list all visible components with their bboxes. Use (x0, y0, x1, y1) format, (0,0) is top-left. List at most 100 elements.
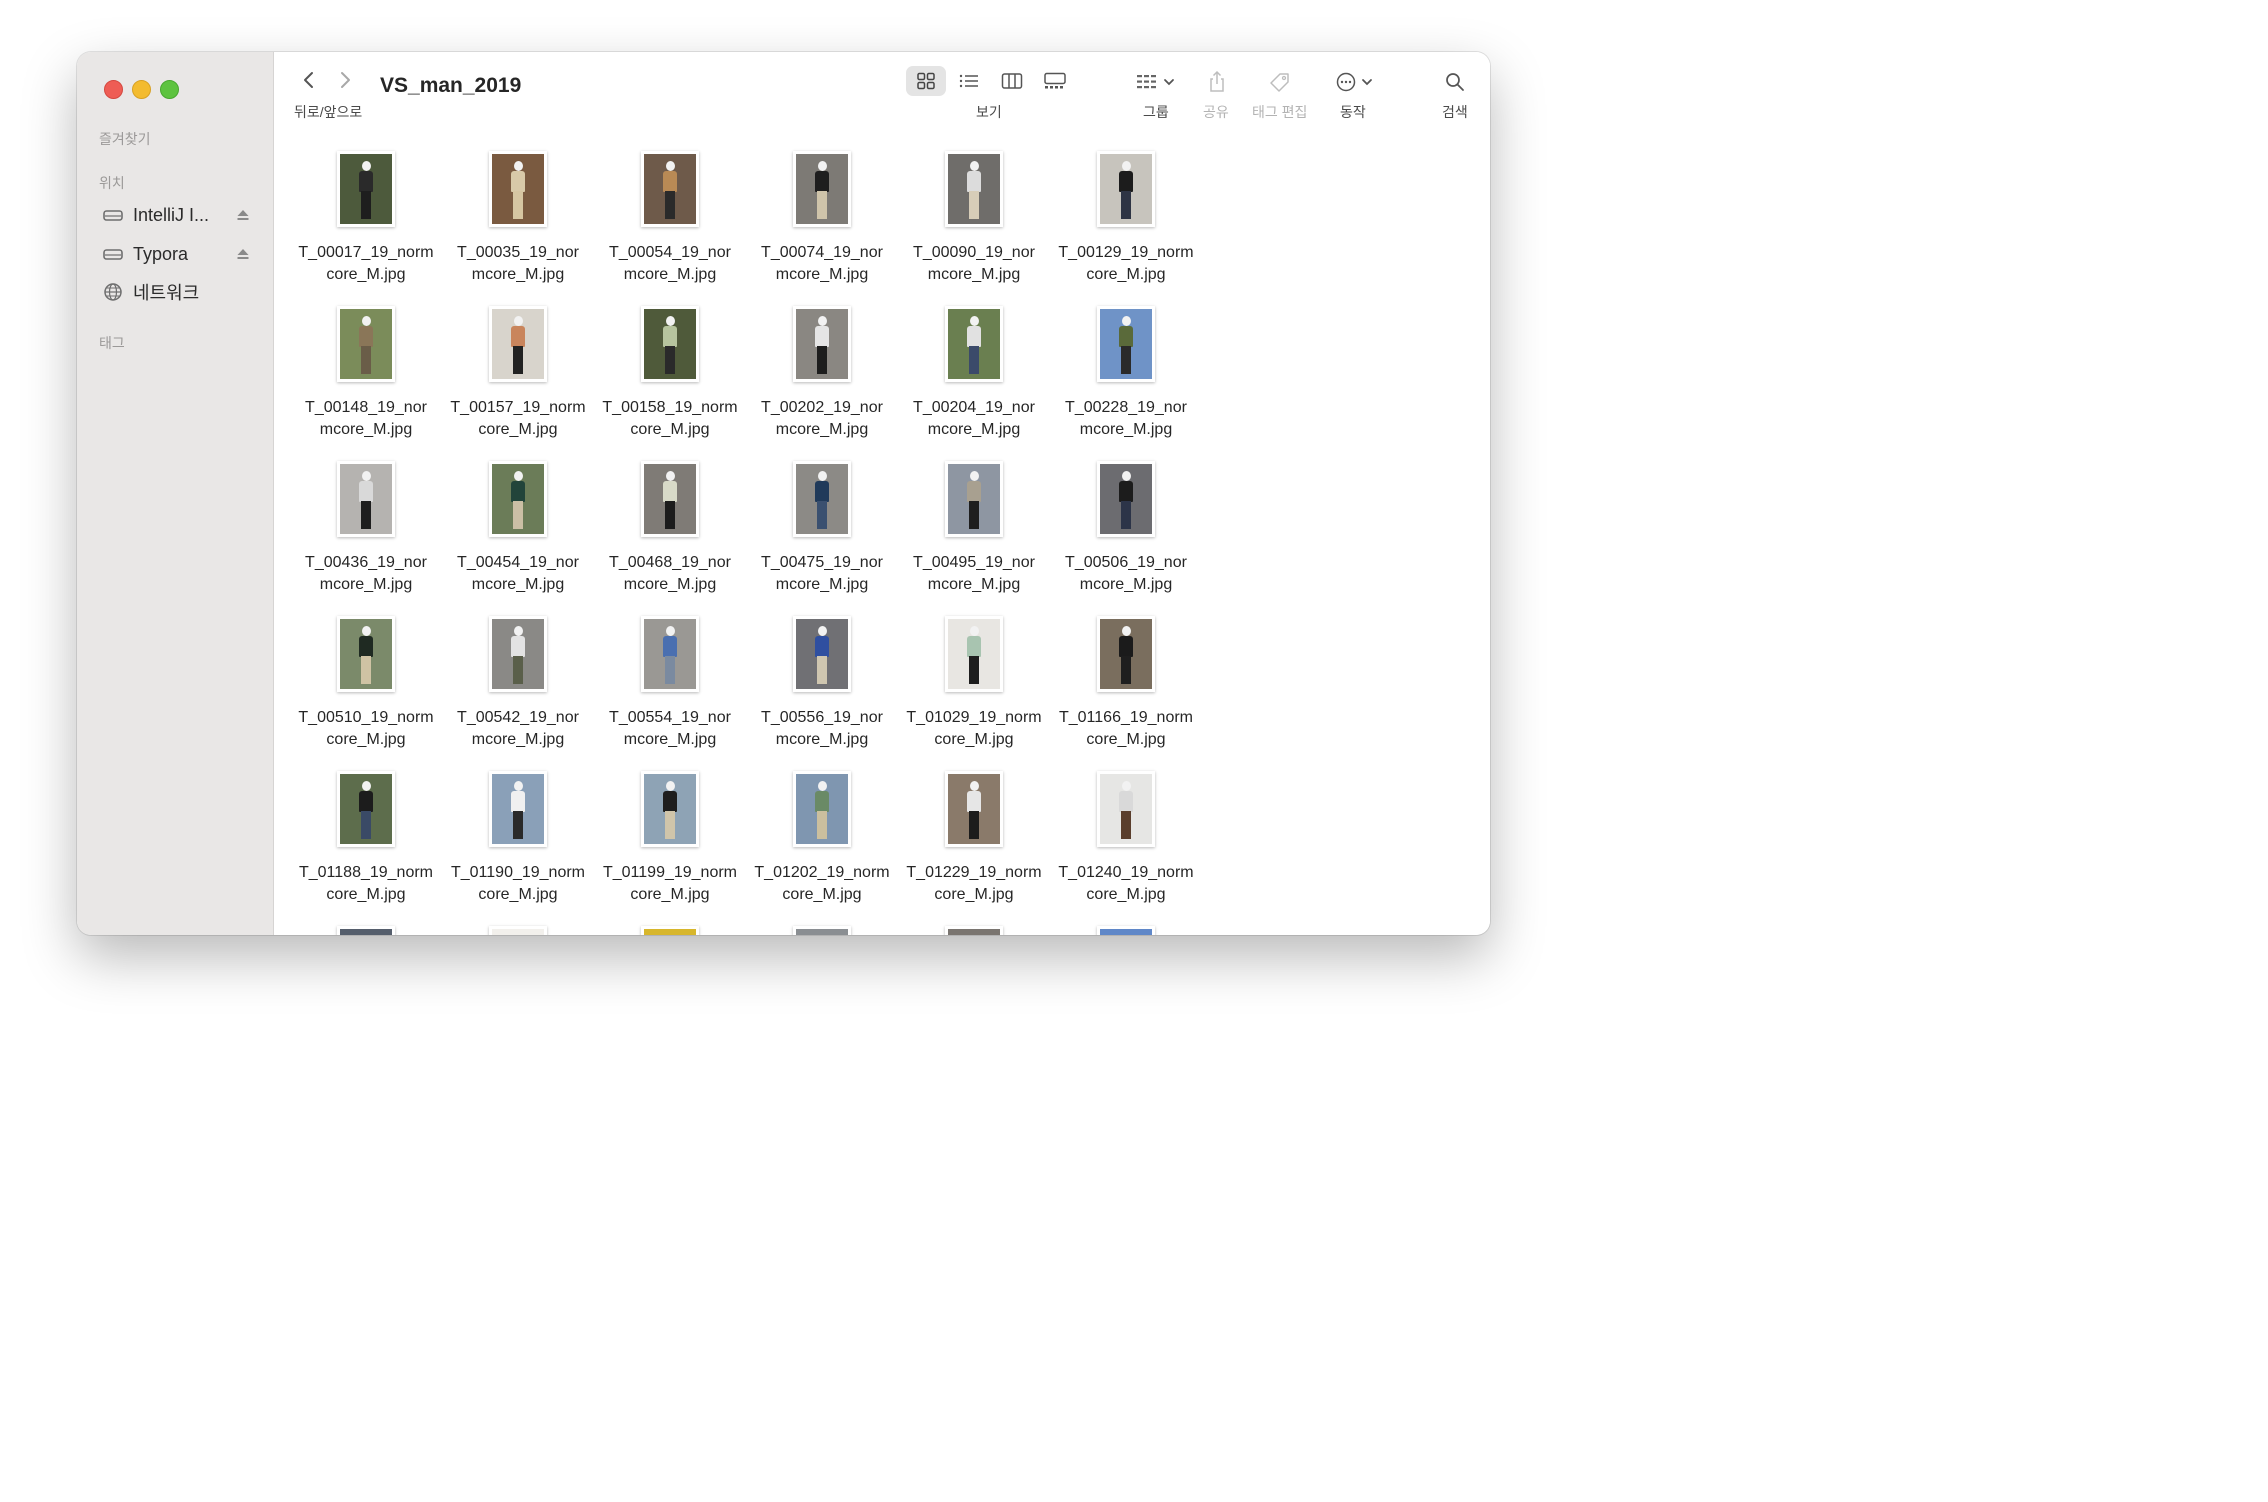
file-item[interactable]: T_01202_19_norm core_M.jpg (746, 767, 898, 922)
file-thumbnail[interactable] (637, 767, 703, 851)
file-thumbnail[interactable] (941, 612, 1007, 696)
file-thumbnail[interactable] (485, 457, 551, 541)
tag-edit-button[interactable] (1268, 68, 1292, 96)
file-thumbnail[interactable] (941, 302, 1007, 386)
file-thumbnail[interactable] (637, 612, 703, 696)
file-name: T_00158_19_norm core_M.jpg (595, 397, 745, 441)
file-item[interactable]: T_00158_19_norm core_M.jpg (594, 302, 746, 457)
file-item[interactable]: T_00054_19_nor mcore_M.jpg (594, 147, 746, 302)
file-item[interactable]: T_00129_19_norm core_M.jpg (1050, 147, 1202, 302)
file-thumbnail[interactable] (485, 922, 551, 935)
file-thumbnail[interactable] (333, 612, 399, 696)
file-item[interactable]: T_00228_19_nor mcore_M.jpg (1050, 302, 1202, 457)
file-item[interactable]: T_00454_19_nor mcore_M.jpg (442, 457, 594, 612)
file-thumbnail[interactable] (485, 612, 551, 696)
sidebar-item-typora[interactable]: Typora (101, 240, 251, 268)
file-item[interactable]: T_00017_19_norm core_M.jpg (290, 147, 442, 302)
file-item[interactable]: T_00202_19_nor mcore_M.jpg (746, 302, 898, 457)
file-item[interactable] (746, 922, 898, 935)
file-item[interactable]: T_00074_19_nor mcore_M.jpg (746, 147, 898, 302)
file-item[interactable]: T_01029_19_norm core_M.jpg (898, 612, 1050, 767)
back-button[interactable] (297, 68, 321, 92)
file-thumbnail[interactable] (789, 922, 855, 935)
file-item[interactable] (442, 922, 594, 935)
file-item[interactable] (1050, 922, 1202, 935)
file-thumbnail[interactable] (789, 302, 855, 386)
file-thumbnail[interactable] (1093, 767, 1159, 851)
figure-head (513, 471, 523, 481)
file-thumbnail[interactable] (1093, 922, 1159, 935)
figure-head (817, 316, 827, 326)
file-name: T_00074_19_nor mcore_M.jpg (747, 242, 897, 286)
search-button[interactable] (1445, 68, 1465, 96)
file-thumbnail[interactable] (485, 767, 551, 851)
close-window-button[interactable] (104, 80, 123, 99)
action-button[interactable] (1335, 68, 1373, 96)
file-thumbnail[interactable] (485, 302, 551, 386)
file-item[interactable]: T_01166_19_norm core_M.jpg (1050, 612, 1202, 767)
file-thumbnail[interactable] (485, 147, 551, 231)
file-item[interactable]: T_00090_19_nor mcore_M.jpg (898, 147, 1050, 302)
column-view-button[interactable] (992, 66, 1032, 96)
file-item[interactable]: T_00556_19_nor mcore_M.jpg (746, 612, 898, 767)
file-thumbnail[interactable] (789, 147, 855, 231)
file-item[interactable]: T_00157_19_norm core_M.jpg (442, 302, 594, 457)
file-item[interactable]: T_00506_19_nor mcore_M.jpg (1050, 457, 1202, 612)
eject-icon[interactable] (235, 246, 251, 262)
file-item[interactable]: T_00495_19_nor mcore_M.jpg (898, 457, 1050, 612)
zoom-window-button[interactable] (160, 80, 179, 99)
file-item[interactable]: T_00468_19_nor mcore_M.jpg (594, 457, 746, 612)
file-thumbnail[interactable] (333, 767, 399, 851)
file-item[interactable]: T_00436_19_nor mcore_M.jpg (290, 457, 442, 612)
file-thumbnail[interactable] (637, 302, 703, 386)
file-item[interactable]: T_01188_19_norm core_M.jpg (290, 767, 442, 922)
gallery-view-button[interactable] (1035, 66, 1075, 96)
file-thumbnail[interactable] (637, 147, 703, 231)
group-label: 그룹 (1143, 104, 1169, 120)
file-thumbnail[interactable] (333, 922, 399, 935)
forward-button[interactable] (333, 68, 357, 92)
file-thumbnail[interactable] (333, 147, 399, 231)
file-item[interactable]: T_01240_19_norm core_M.jpg (1050, 767, 1202, 922)
file-thumbnail[interactable] (333, 457, 399, 541)
file-item[interactable]: T_00554_19_nor mcore_M.jpg (594, 612, 746, 767)
file-item[interactable]: T_00035_19_nor mcore_M.jpg (442, 147, 594, 302)
file-thumbnail[interactable] (789, 457, 855, 541)
file-thumbnail[interactable] (637, 922, 703, 935)
file-item[interactable]: T_00475_19_nor mcore_M.jpg (746, 457, 898, 612)
sidebar-item-network[interactable]: 네트워크 (101, 278, 251, 306)
file-item[interactable]: T_01199_19_norm core_M.jpg (594, 767, 746, 922)
file-item[interactable] (594, 922, 746, 935)
file-item[interactable]: T_00204_19_nor mcore_M.jpg (898, 302, 1050, 457)
file-item[interactable] (898, 922, 1050, 935)
file-item[interactable]: T_00148_19_nor mcore_M.jpg (290, 302, 442, 457)
file-thumbnail[interactable] (941, 922, 1007, 935)
figure-top (511, 790, 525, 812)
minimize-window-button[interactable] (132, 80, 151, 99)
eject-icon[interactable] (235, 207, 251, 223)
file-thumbnail[interactable] (333, 302, 399, 386)
file-item[interactable]: T_00510_19_norm core_M.jpg (290, 612, 442, 767)
list-view-button[interactable] (949, 66, 989, 96)
file-item[interactable]: T_01229_19_norm core_M.jpg (898, 767, 1050, 922)
file-thumbnail[interactable] (941, 457, 1007, 541)
file-thumbnail[interactable] (789, 612, 855, 696)
file-item[interactable]: T_00542_19_nor mcore_M.jpg (442, 612, 594, 767)
file-thumbnail[interactable] (1093, 147, 1159, 231)
file-name: T_00228_19_nor mcore_M.jpg (1051, 397, 1201, 441)
icon-view-button[interactable] (906, 66, 946, 96)
share-button[interactable] (1207, 68, 1227, 96)
figure-bottom (665, 191, 675, 220)
file-thumbnail[interactable] (1093, 612, 1159, 696)
file-thumbnail[interactable] (1093, 302, 1159, 386)
sidebar-item-intellij[interactable]: IntelliJ I... (101, 201, 251, 229)
group-button[interactable] (1136, 68, 1175, 96)
file-item[interactable] (290, 922, 442, 935)
file-thumbnail[interactable] (1093, 457, 1159, 541)
file-thumbnail[interactable] (941, 767, 1007, 851)
file-item[interactable]: T_01190_19_norm core_M.jpg (442, 767, 594, 922)
thumbnail-photo (492, 464, 544, 534)
file-thumbnail[interactable] (789, 767, 855, 851)
file-thumbnail[interactable] (941, 147, 1007, 231)
file-thumbnail[interactable] (637, 457, 703, 541)
